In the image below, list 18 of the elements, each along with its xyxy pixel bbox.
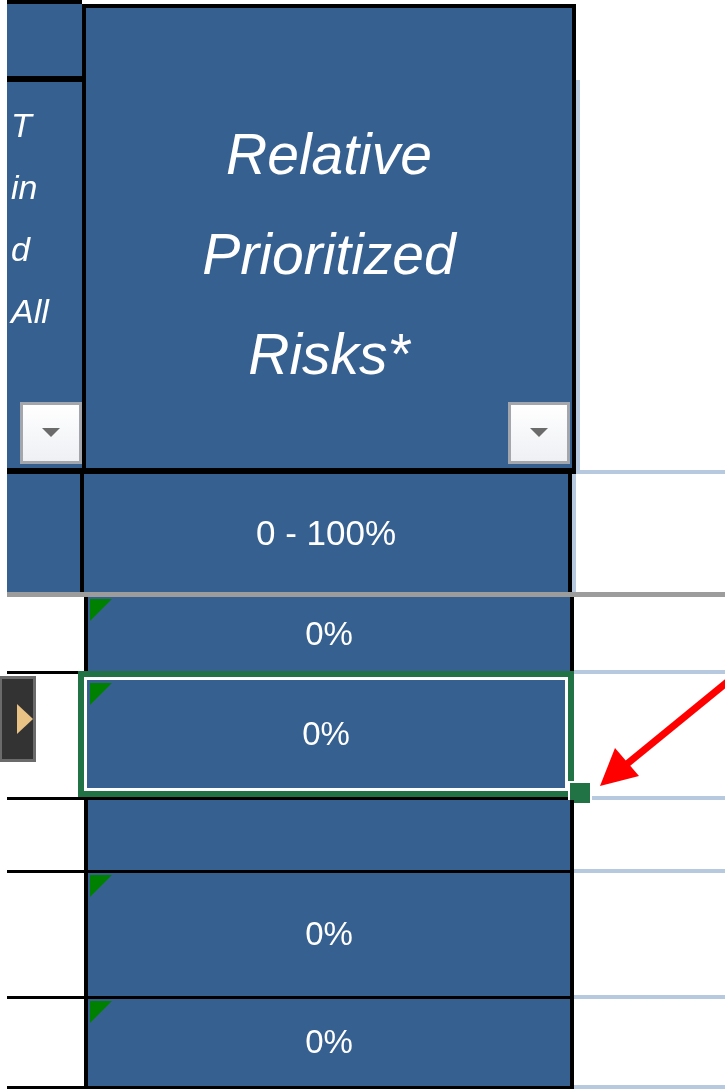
filter-dropdown-button[interactable]: [20, 401, 82, 464]
caret-icon: [42, 428, 60, 438]
caret-icon: [530, 428, 548, 438]
expand-button[interactable]: [0, 676, 36, 763]
fill-handle[interactable]: [568, 781, 592, 806]
column-header-title: Relative Prioritized Risks*: [201, 121, 458, 388]
units-cell: 0 - 100%: [82, 473, 572, 593]
table-cell[interactable]: 0%: [78, 671, 574, 798]
arrow-right-icon: [17, 704, 33, 735]
header-text: T: [10, 105, 35, 146]
header-text: All: [8, 291, 51, 332]
table-cell[interactable]: 0%: [84, 998, 574, 1086]
table-cell[interactable]: 0%: [84, 873, 574, 996]
header-text: in: [10, 167, 39, 208]
table-cell[interactable]: 0%: [84, 597, 574, 672]
filter-dropdown-button[interactable]: [508, 401, 570, 464]
header-text: d: [10, 229, 32, 270]
table-cell[interactable]: [84, 800, 574, 871]
